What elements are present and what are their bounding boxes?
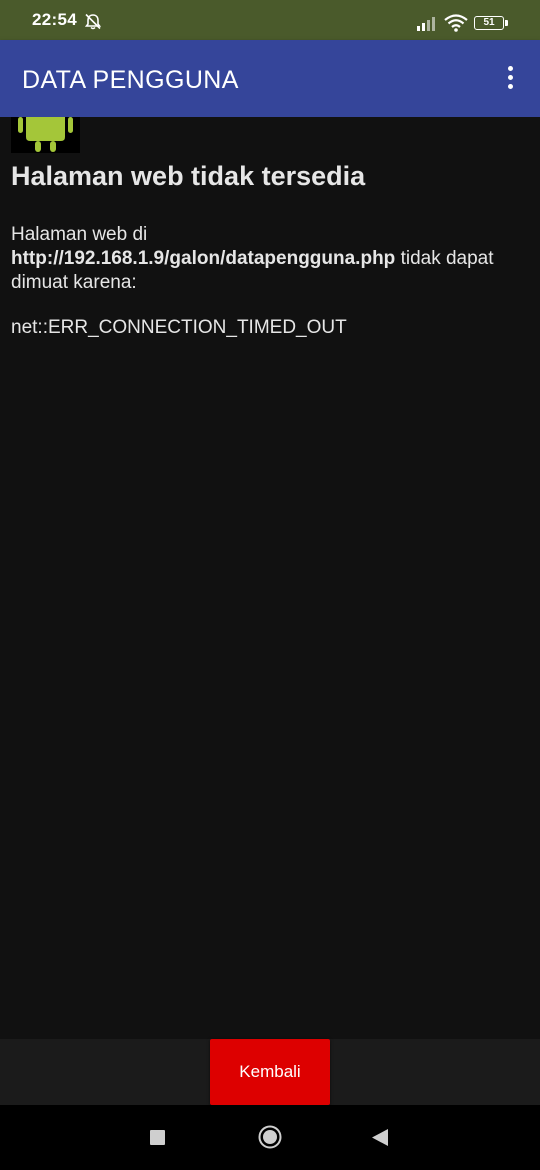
- overflow-menu-icon[interactable]: [496, 62, 524, 96]
- home-icon[interactable]: [258, 1125, 282, 1149]
- signal-icon: [416, 16, 438, 36]
- wifi-icon: [444, 14, 468, 37]
- kembali-button[interactable]: Kembali: [210, 1039, 330, 1105]
- error-message-prefix: Halaman web di: [11, 224, 148, 245]
- error-code: net::ERR_CONNECTION_TIMED_OUT: [11, 317, 347, 338]
- android-robot-icon: [11, 117, 80, 153]
- navigation-bar: [0, 1105, 540, 1170]
- screen: 22:54 51 DATA PENGGUNA Halaman web tidak…: [0, 0, 540, 1170]
- status-time: 22:54: [32, 10, 77, 29]
- recent-apps-icon[interactable]: [150, 1130, 165, 1145]
- status-bar: 22:54 51: [0, 0, 540, 40]
- error-message: Halaman web di http://192.168.1.9/galon/…: [11, 223, 531, 295]
- menu-dot: [507, 66, 513, 71]
- webview-content[interactable]: Halaman web tidak tersedia Halaman web d…: [0, 117, 540, 1039]
- bottom-bar: Kembali: [0, 1039, 540, 1105]
- app-title: DATA PENGGUNA: [22, 66, 239, 94]
- back-icon[interactable]: [371, 1128, 389, 1147]
- battery-icon: 51: [474, 16, 508, 30]
- menu-dot: [507, 75, 513, 80]
- silent-alarm-icon: [84, 13, 102, 35]
- app-bar: DATA PENGGUNA: [0, 40, 540, 117]
- menu-dot: [507, 84, 513, 89]
- error-title: Halaman web tidak tersedia: [11, 161, 366, 191]
- error-url: http://192.168.1.9/galon/datapengguna.ph…: [11, 248, 396, 269]
